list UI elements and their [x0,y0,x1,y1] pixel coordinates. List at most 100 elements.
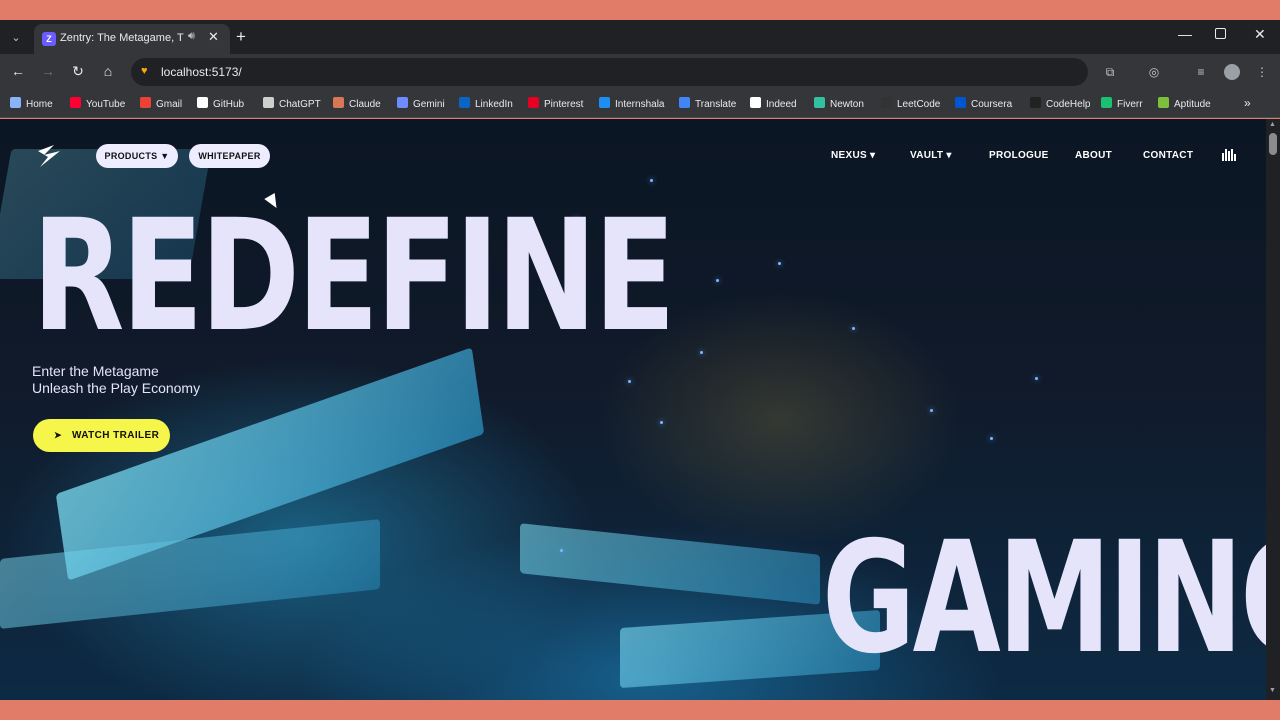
close-tab-icon[interactable]: ✕ [208,29,219,45]
hero-tagline: Enter the Metagame Unleash the Play Econ… [32,363,200,397]
url-text: localhost:5173/ [161,65,242,79]
minimize-icon[interactable]: — [1178,26,1192,42]
whitepaper-button[interactable]: WHITEPAPER [189,144,270,168]
gmail-icon [140,97,151,108]
bookmark-claude[interactable]: Claude [333,97,381,111]
bookmark-label: Internshala [615,99,665,110]
nav-about[interactable]: ABOUT [1075,150,1112,161]
back-icon[interactable]: ← [9,63,27,79]
hero-headline-top: REDEFINE [32,187,676,366]
nav-vault[interactable]: VAULT ▾ [910,150,952,161]
bookmark-pinterest[interactable]: Pinterest [528,97,583,111]
nav-contact[interactable]: CONTACT [1143,150,1193,161]
tab-strip: ⌄ Z Zentry: The Metagame, The 🔊︎ ✕ + — ✕ [0,20,1280,54]
browser-tab[interactable]: Z Zentry: The Metagame, The 🔊︎ ✕ [34,24,230,54]
window-close-icon[interactable]: ✕ [1254,26,1266,43]
bookmark-label: Pinterest [544,99,584,110]
github-icon [197,97,208,108]
address-bar[interactable]: ♥ localhost:5173/ [131,58,1088,86]
nav-prologue[interactable]: PROLOGUE [989,150,1049,161]
restore-icon[interactable] [1215,28,1226,39]
gemini-icon [397,97,408,108]
bookmark-label: Coursera [971,99,1013,110]
translate-icon [679,97,690,108]
bookmark-translate[interactable]: Translate [679,97,736,111]
indeed-icon [750,97,761,108]
bookmark-internshala[interactable]: Internshala [599,97,664,111]
bookmark-label: Fiverr [1117,99,1143,110]
bookmark-label: LinkedIn [475,99,513,110]
aptitude-icon [1158,97,1169,108]
claude-icon [333,97,344,108]
tab-search-icon[interactable]: ⌄ [6,28,26,48]
watch-trailer-label: WATCH TRAILER [72,430,160,441]
bookmark-label: GitHub [213,99,245,110]
bookmark-chatgpt[interactable]: ChatGPT [263,97,321,111]
new-tab-icon[interactable]: + [236,27,246,47]
bookmark-label: CodeHelp [1046,99,1091,110]
zentry-logo-icon[interactable] [34,141,64,171]
menu-kebab-icon[interactable]: ⋮ [1254,64,1270,80]
bookmark-youtube[interactable]: YouTube [70,97,125,111]
home-icon[interactable]: ⌂ [99,63,117,79]
codehelp-icon [1030,97,1041,108]
bookmark-label: Gemini [413,99,445,110]
browser-toolbar: ← → ↻ ⌂ ♥ localhost:5173/ ⧉ ◎ ≡ ⋮ [0,54,1280,90]
bookmark-label: ChatGPT [279,99,321,110]
profile-avatar[interactable] [1224,64,1240,80]
bookmark-indeed[interactable]: Indeed [750,97,797,111]
bookmark-leetcode[interactable]: LeetCode [881,97,940,111]
bookmark-home[interactable]: Home [10,97,53,111]
site-info-icon[interactable]: ♥ [141,65,153,79]
bookmark-fiverr[interactable]: Fiverr [1101,97,1143,111]
bookmark-label: Indeed [766,99,797,110]
media-controls-icon[interactable]: ≡ [1193,64,1209,80]
bookmark-linkedin[interactable]: LinkedIn [459,97,513,111]
bookmark-label: Aptitude [1174,99,1211,110]
watch-trailer-button[interactable]: ➤ WATCH TRAILER [33,419,170,452]
bookmark-label: Home [26,99,53,110]
scroll-thumb[interactable] [1269,133,1277,155]
bookmark-label: Newton [830,99,864,110]
bookmark-aptitude[interactable]: Aptitude [1158,97,1211,111]
audio-toggle-icon[interactable] [1222,149,1236,161]
more-bookmarks-icon[interactable]: » [1244,96,1251,110]
hero-headline-bottom: GAMING [822,509,1266,688]
internshala-icon [599,97,610,108]
linkedin-icon [459,97,470,108]
hero-artwork-slab [520,523,820,605]
bookmark-coursera[interactable]: Coursera [955,97,1012,111]
fiverr-icon [1101,97,1112,108]
desktop-background [0,700,1280,720]
page-scrollbar[interactable]: ▲ ▼ [1266,119,1280,700]
home-icon [10,97,21,108]
bookmark-codehelp[interactable]: CodeHelp [1030,97,1090,111]
extensions-icon[interactable]: ⧉ [1102,64,1118,80]
bookmark-label: Translate [695,99,737,110]
zentry-favicon-icon: Z [42,32,56,46]
scroll-down-icon[interactable]: ▼ [1269,687,1276,694]
reload-icon[interactable]: ↻ [69,63,87,80]
bookmark-github[interactable]: GitHub [197,97,244,111]
bookmark-label: YouTube [86,99,126,110]
coursera-icon [955,97,966,108]
chatgpt-icon [263,97,274,108]
tagline-line-2: Unleash the Play Economy [32,380,201,396]
bookmark-newton[interactable]: Newton [814,97,864,111]
play-icon: ➤ [54,430,62,440]
nav-nexus[interactable]: NEXUS ▾ [831,150,875,161]
tagline-line-1: Enter the Metagame [32,363,159,379]
bookmark-label: LeetCode [897,99,941,110]
bookmarks-bar: Home YouTube Gmail GitHub ChatGPT Claude Gemin… [0,90,1280,118]
screen-capture-icon[interactable]: ◎ [1146,64,1162,80]
scroll-up-icon[interactable]: ▲ [1269,121,1276,128]
leetcode-icon [881,97,892,108]
forward-icon[interactable]: → [39,63,57,79]
speaker-icon[interactable]: 🔊︎ [188,30,195,43]
pinterest-icon [528,97,539,108]
bookmark-label: Gmail [156,99,183,110]
bookmark-gmail[interactable]: Gmail [140,97,182,111]
products-dropdown-button[interactable]: PRODUCTS ▼ [96,144,178,168]
tab-title: Zentry: The Metagame, The [60,32,184,44]
bookmark-gemini[interactable]: Gemini [397,97,445,111]
